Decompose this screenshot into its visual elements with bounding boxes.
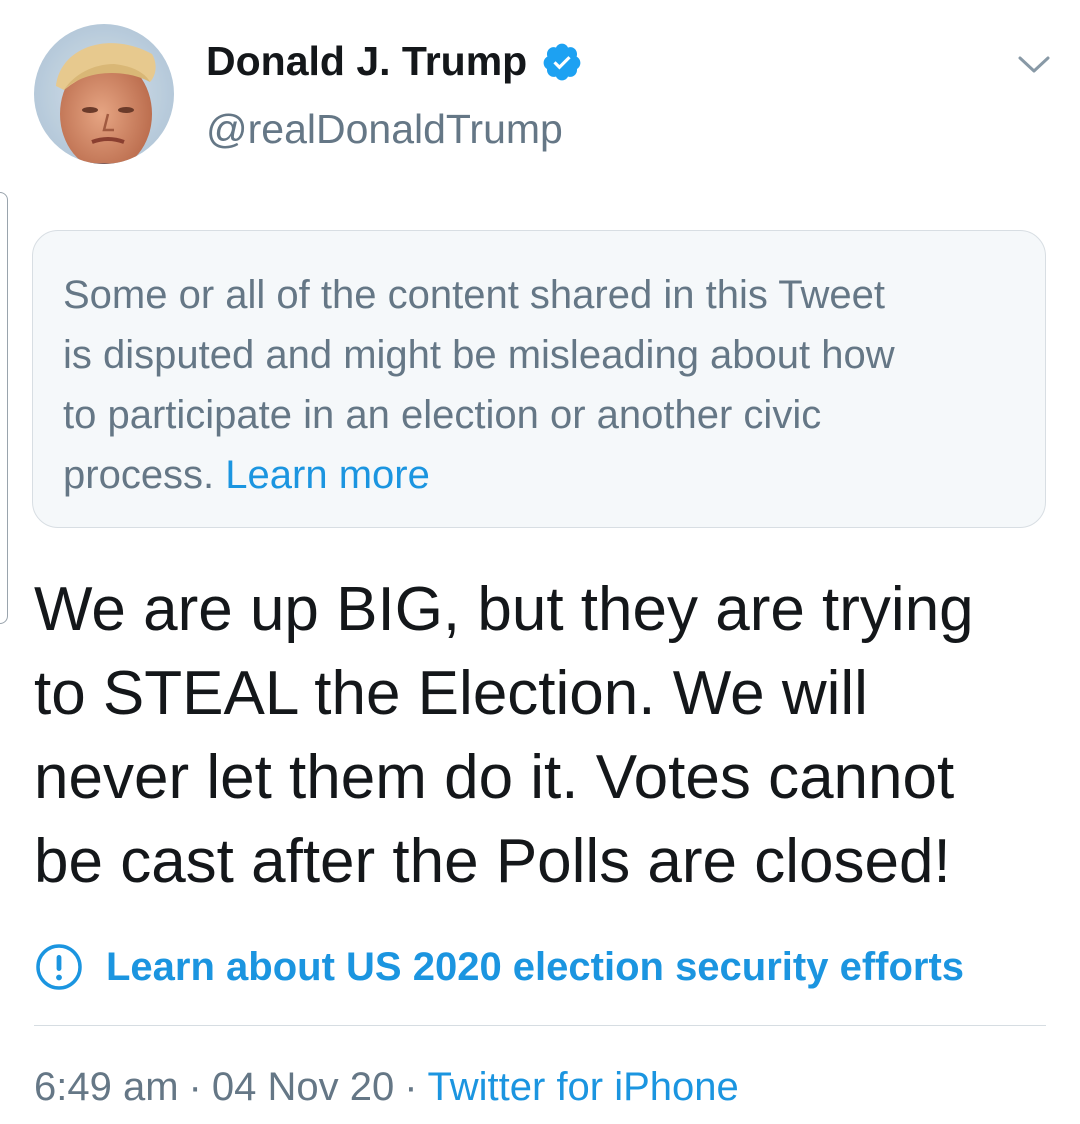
verified-badge-icon: [541, 41, 583, 83]
notice-line: to participate in an election or another…: [63, 393, 822, 437]
tweet-card: Donald J. Trump @realDonaldTrump Some or…: [0, 0, 1080, 1124]
author-display-name[interactable]: Donald J. Trump: [206, 38, 527, 85]
disputed-content-notice: Some or all of the content shared in thi…: [32, 230, 1046, 528]
tweet-text-line: be cast after the Polls are closed!: [34, 827, 951, 896]
meta-separator: ·: [404, 1065, 418, 1109]
learn-more-link[interactable]: Learn more: [225, 453, 430, 497]
chevron-down-icon[interactable]: [1014, 50, 1054, 78]
election-info-row[interactable]: Learn about US 2020 election security ef…: [34, 942, 964, 992]
tweet-text-line: never let them do it. Votes cannot: [34, 743, 955, 812]
notice-line: Some or all of the content shared in thi…: [63, 273, 885, 317]
divider: [34, 1025, 1046, 1026]
tweet-date[interactable]: 04 Nov 20: [212, 1065, 394, 1109]
tweet-source-link[interactable]: Twitter for iPhone: [428, 1065, 739, 1109]
tweet-time[interactable]: 6:49 am: [34, 1065, 179, 1109]
author-handle[interactable]: @realDonaldTrump: [206, 106, 563, 153]
avatar[interactable]: [34, 24, 174, 164]
scrollbar[interactable]: [0, 192, 8, 624]
tweet-text-line: We are up BIG, but they are trying: [34, 575, 974, 644]
exclamation-circle-icon: [34, 942, 84, 992]
notice-last-line: process. Learn more: [63, 445, 1017, 505]
election-security-link[interactable]: Learn about US 2020 election security ef…: [106, 945, 964, 990]
tweet-meta: 6:49 am · 04 Nov 20 · Twitter for iPhone: [34, 1065, 739, 1110]
notice-line-text: process.: [63, 453, 215, 497]
meta-separator: ·: [188, 1065, 202, 1109]
tweet-text-line: to STEAL the Election. We will: [34, 659, 868, 728]
notice-line: is disputed and might be misleading abou…: [63, 333, 895, 377]
author-name-row[interactable]: Donald J. Trump: [206, 38, 583, 85]
tweet-text: We are up BIG, but they are trying to ST…: [34, 568, 1064, 904]
